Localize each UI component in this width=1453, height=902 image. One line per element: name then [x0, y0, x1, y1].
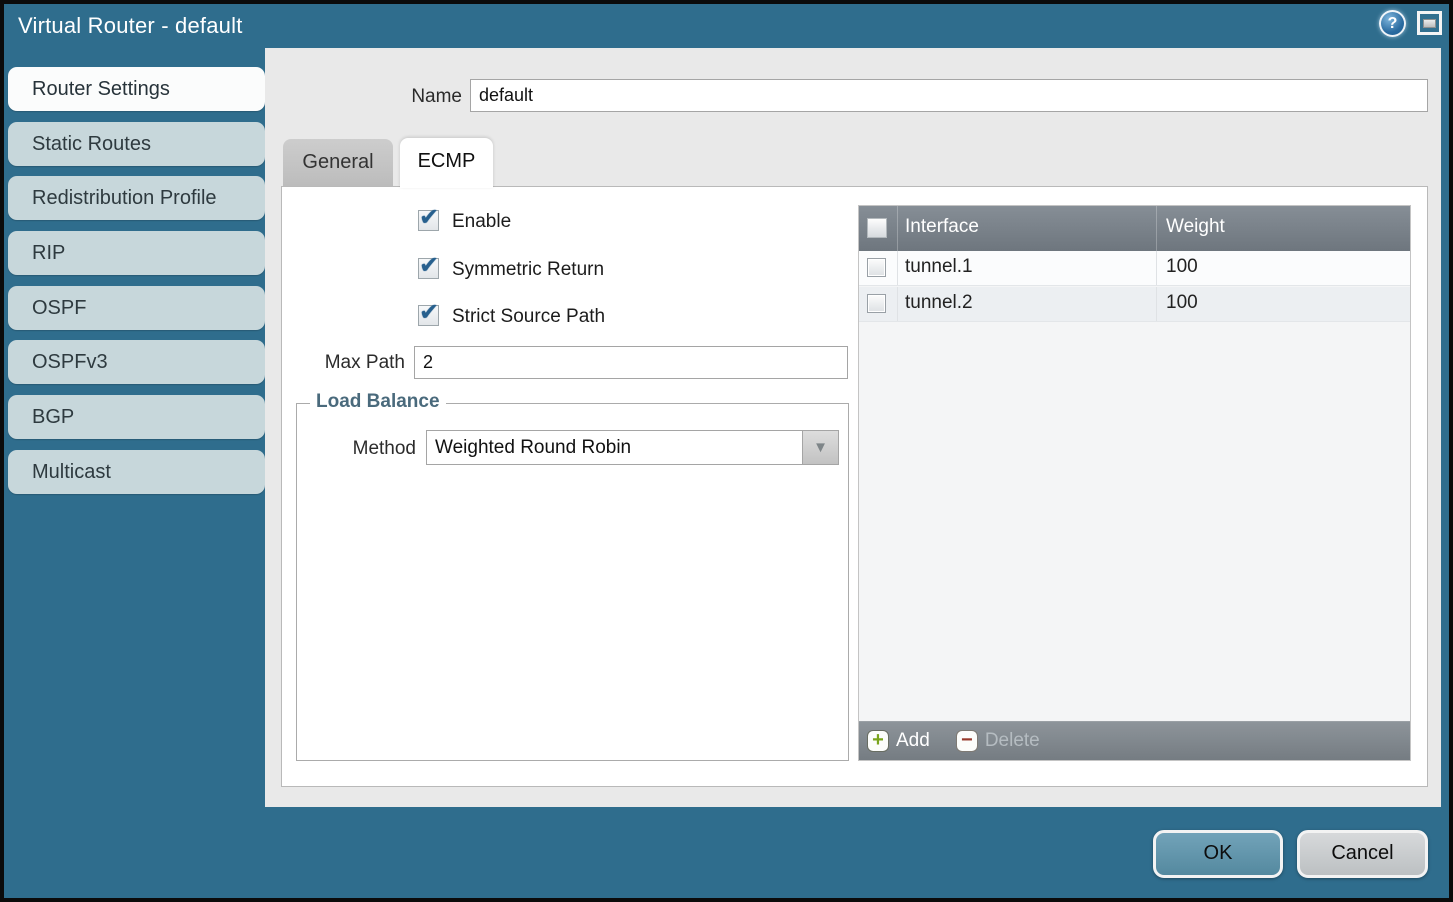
- sidebar-item-static-routes[interactable]: Static Routes: [8, 122, 265, 166]
- cell-interface: tunnel.2: [905, 292, 973, 314]
- method-dropdown-value: Weighted Round Robin: [435, 437, 631, 458]
- cell-weight: 100: [1166, 292, 1198, 314]
- ok-button[interactable]: OK: [1153, 830, 1283, 878]
- delete-button-label: Delete: [985, 730, 1040, 752]
- sidebar-item-bgp[interactable]: BGP: [8, 395, 265, 439]
- sidebar-item-label: Router Settings: [32, 78, 170, 100]
- name-label: Name: [350, 86, 462, 108]
- row-checkbox[interactable]: [867, 294, 886, 313]
- sidebar-item-label: OSPF: [32, 297, 86, 319]
- delete-button[interactable]: − Delete: [956, 730, 1040, 752]
- sidebar-item-rip[interactable]: RIP: [8, 231, 265, 275]
- sidebar-item-label: Multicast: [32, 461, 111, 483]
- method-dropdown[interactable]: Weighted Round Robin ▼: [426, 430, 839, 465]
- add-button-label: Add: [896, 730, 930, 752]
- sidebar-item-label: BGP: [32, 406, 74, 428]
- load-balance-legend: Load Balance: [310, 391, 446, 413]
- sidebar-item-label: OSPFv3: [32, 351, 108, 373]
- table-header: Interface Weight: [859, 206, 1410, 251]
- enable-checkbox-label: Enable: [452, 211, 511, 233]
- symmetric-return-checkbox-label: Symmetric Return: [452, 259, 604, 281]
- sidebar-item-label: Static Routes: [32, 133, 151, 155]
- restore-window-icon[interactable]: [1417, 11, 1442, 35]
- tab-general[interactable]: General: [283, 139, 393, 186]
- row-checkbox[interactable]: [867, 258, 886, 277]
- sidebar-item-label: RIP: [32, 242, 65, 264]
- chevron-down-icon[interactable]: ▼: [802, 431, 838, 464]
- name-input[interactable]: [470, 79, 1428, 112]
- dialog-title: Virtual Router - default: [18, 13, 243, 39]
- strict-source-path-checkbox-label: Strict Source Path: [452, 306, 605, 328]
- cancel-button[interactable]: Cancel: [1297, 830, 1428, 878]
- column-header-weight: Weight: [1166, 216, 1225, 238]
- sidebar-item-ospf[interactable]: OSPF: [8, 286, 265, 330]
- table-row[interactable]: tunnel.1 100: [859, 251, 1410, 286]
- table-toolbar: + Add − Delete: [859, 721, 1410, 760]
- cell-interface: tunnel.1: [905, 256, 973, 278]
- cell-weight: 100: [1166, 256, 1198, 278]
- strict-source-path-checkbox[interactable]: ✔: [418, 305, 439, 326]
- symmetric-return-checkbox[interactable]: ✔: [418, 258, 439, 279]
- method-label: Method: [320, 438, 416, 460]
- add-button[interactable]: + Add: [867, 730, 930, 752]
- column-header-interface: Interface: [905, 216, 979, 238]
- sidebar-item-router-settings[interactable]: Router Settings: [8, 67, 265, 111]
- max-path-input[interactable]: [414, 346, 848, 379]
- table-row[interactable]: tunnel.2 100: [859, 287, 1410, 322]
- ecmp-interface-table: Interface Weight tunnel.1 100 tunnel.2 1…: [858, 205, 1411, 761]
- minus-icon: −: [956, 730, 978, 752]
- enable-checkbox[interactable]: ✔: [418, 210, 439, 231]
- sidebar-item-label: Redistribution Profile: [32, 187, 217, 209]
- select-all-checkbox[interactable]: [867, 218, 887, 238]
- max-path-label: Max Path: [280, 352, 405, 374]
- sidebar-item-multicast[interactable]: Multicast: [8, 450, 265, 494]
- sidebar-item-ospfv3[interactable]: OSPFv3: [8, 340, 265, 384]
- tab-ecmp[interactable]: ECMP: [400, 138, 493, 188]
- help-icon[interactable]: ?: [1379, 10, 1406, 37]
- sidebar-item-redistribution-profile[interactable]: Redistribution Profile: [8, 176, 265, 220]
- virtual-router-dialog: Virtual Router - default ? Router Settin…: [0, 0, 1453, 902]
- plus-icon: +: [867, 730, 889, 752]
